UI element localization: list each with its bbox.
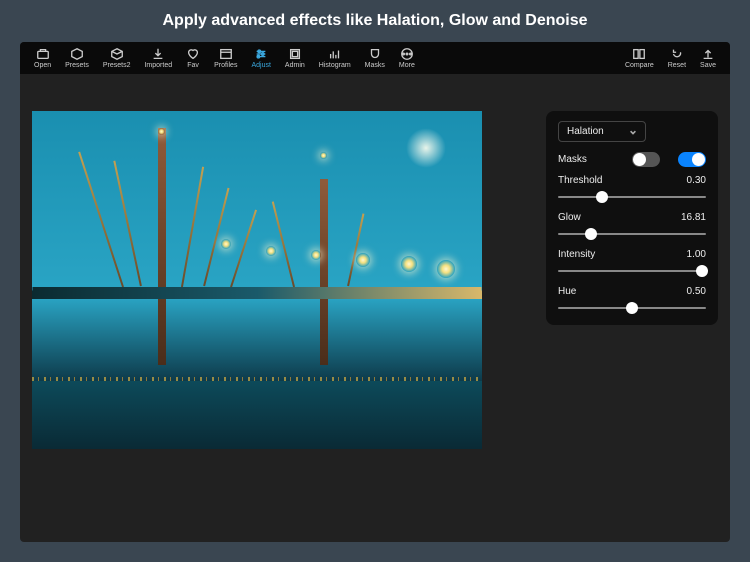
image-preview[interactable] [32,111,482,449]
reset-button[interactable]: Reset [662,45,692,71]
intensity-value: 1.00 [687,249,706,260]
masks-toggle[interactable] [632,152,660,167]
imported-label: Imported [144,62,172,69]
banner-text: Apply advanced effects like Halation, Gl… [163,12,588,30]
reset-icon [670,47,684,61]
presets-label: Presets [65,62,89,69]
chevron-down-icon [629,128,637,136]
intensity-slider[interactable] [558,264,706,278]
open-icon [36,47,50,61]
glow-control: Glow 16.81 [558,212,706,241]
compare-icon [632,47,646,61]
more-icon [400,47,414,61]
masks-button[interactable]: Masks [359,45,391,71]
compare-label: Compare [625,62,654,69]
histogram-icon [328,47,342,61]
imported-icon [151,47,165,61]
open-label: Open [34,62,51,69]
profiles-icon [219,47,233,61]
main-toolbar: Open Presets Presets2 Imported Fav Profi… [20,42,730,74]
profiles-button[interactable]: Profiles [208,45,243,71]
glow-value: 16.81 [681,212,706,223]
effect-dropdown[interactable]: Halation [558,121,646,142]
threshold-label: Threshold [558,175,602,186]
content-area: Halation Masks Threshold 0.30 [20,74,730,542]
reset-label: Reset [668,62,686,69]
adjust-button[interactable]: Adjust [245,45,276,71]
masks-label: Masks [365,62,385,69]
imported-button[interactable]: Imported [138,45,178,71]
more-button[interactable]: More [393,45,421,71]
more-label: More [399,62,415,69]
hue-value: 0.50 [687,286,706,297]
save-label: Save [700,62,716,69]
hue-label: Hue [558,286,576,297]
hue-control: Hue 0.50 [558,286,706,315]
effect-selected: Halation [567,126,604,137]
fav-label: Fav [187,62,199,69]
adjust-label: Adjust [251,62,270,69]
masks-text: Masks [558,154,587,165]
masks-row: Masks [558,152,706,167]
presets2-icon [110,47,124,61]
masks-icon [368,47,382,61]
profiles-label: Profiles [214,62,237,69]
presets2-button[interactable]: Presets2 [97,45,137,71]
presets-button[interactable]: Presets [59,45,95,71]
presets-icon [70,47,84,61]
hue-slider[interactable] [558,301,706,315]
compare-button[interactable]: Compare [619,45,660,71]
marketing-banner: Apply advanced effects like Halation, Gl… [0,0,750,42]
fav-button[interactable]: Fav [180,45,206,71]
app-window: Open Presets Presets2 Imported Fav Profi… [20,42,730,542]
sliders-icon [254,47,268,61]
threshold-control: Threshold 0.30 [558,175,706,204]
glow-slider[interactable] [558,227,706,241]
histogram-button[interactable]: Histogram [313,45,357,71]
presets2-label: Presets2 [103,62,131,69]
admin-label: Admin [285,62,305,69]
effect-enable-toggle[interactable] [678,152,706,167]
glow-label: Glow [558,212,581,223]
heart-icon [186,47,200,61]
histogram-label: Histogram [319,62,351,69]
upload-icon [701,47,715,61]
threshold-value: 0.30 [687,175,706,186]
crop-icon [288,47,302,61]
save-button[interactable]: Save [694,45,722,71]
intensity-label: Intensity [558,249,595,260]
open-button[interactable]: Open [28,45,57,71]
threshold-slider[interactable] [558,190,706,204]
effects-panel: Halation Masks Threshold 0.30 [546,111,718,325]
intensity-control: Intensity 1.00 [558,249,706,278]
admin-button[interactable]: Admin [279,45,311,71]
